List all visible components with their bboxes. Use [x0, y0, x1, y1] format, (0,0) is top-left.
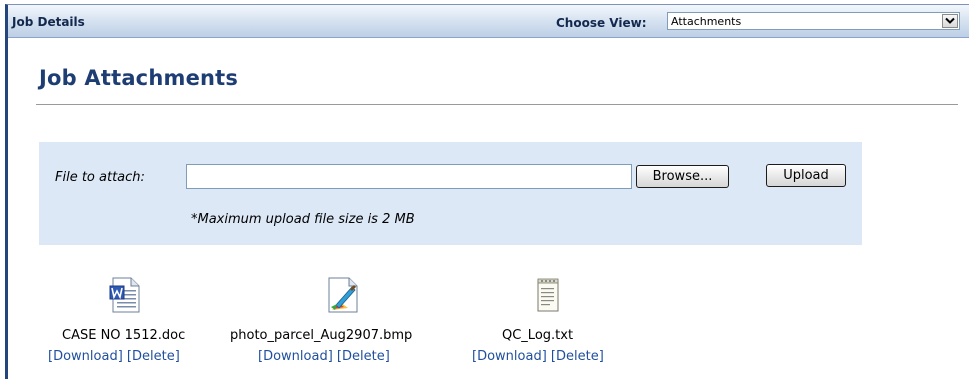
download-link[interactable]: [Download] [48, 349, 123, 364]
file-to-attach-label: File to attach: [55, 170, 145, 185]
chevron-down-icon [945, 17, 955, 24]
upload-panel: File to attach: Browse... Upload *Maximu… [39, 142, 862, 245]
header-bar: Job Details Choose View: Attachments [8, 5, 969, 38]
browse-button[interactable]: Browse... [636, 165, 729, 188]
job-details-frame: Job Details Choose View: Attachments Job… [5, 4, 969, 379]
attachment-actions: [Download] [Delete] [48, 349, 180, 364]
max-size-note: *Maximum upload file size is 2 MB [191, 212, 415, 227]
delete-link[interactable]: [Delete] [337, 349, 390, 364]
paint-image-icon[interactable] [326, 277, 360, 313]
title-divider [36, 104, 958, 105]
text-file-icon[interactable] [531, 277, 565, 313]
attachment-filename: photo_parcel_Aug2907.bmp [230, 328, 413, 343]
attachment-actions: [Download] [Delete] [258, 349, 390, 364]
file-path-input[interactable] [186, 164, 632, 189]
download-link[interactable]: [Download] [472, 349, 547, 364]
attachment-filename: CASE NO 1512.doc [62, 328, 186, 343]
attachment-actions: [Download] [Delete] [472, 349, 604, 364]
upload-button[interactable]: Upload [766, 164, 846, 187]
download-link[interactable]: [Download] [258, 349, 333, 364]
choose-view-select[interactable]: Attachments [667, 12, 960, 30]
delete-link[interactable]: [Delete] [551, 349, 604, 364]
attachment-filename: QC_Log.txt [502, 328, 574, 343]
dropdown-arrow-button[interactable] [942, 14, 958, 28]
choose-view-label: Choose View: [556, 16, 647, 30]
word-document-icon[interactable] [109, 277, 143, 313]
header-title: Job Details [12, 15, 85, 29]
page-title: Job Attachments [39, 66, 239, 90]
delete-link[interactable]: [Delete] [127, 349, 180, 364]
choose-view-value: Attachments [671, 15, 742, 28]
